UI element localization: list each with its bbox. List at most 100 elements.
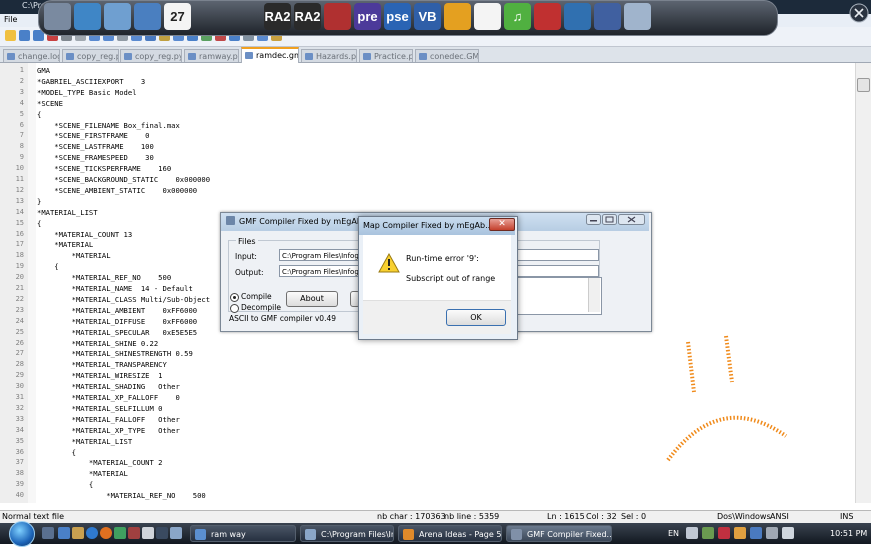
code-line[interactable]: { <box>37 262 58 271</box>
tray-icon-3[interactable] <box>718 527 730 539</box>
premiere-icon[interactable]: pre <box>354 3 381 30</box>
gmf-window-buttons[interactable] <box>586 214 646 225</box>
code-line[interactable]: *GABRIEL_ASCIIEXPORT 3 <box>37 77 145 86</box>
code-line[interactable]: *MATERIAL_REF_NO 500 <box>37 273 172 282</box>
code-line[interactable]: *MATERIAL_COUNT 13 <box>37 230 132 239</box>
code-line[interactable]: *MATERIAL <box>37 251 111 260</box>
code-line[interactable]: *MATERIAL_WIRESIZE 1 <box>37 371 163 380</box>
switch-windows-icon[interactable] <box>58 527 70 539</box>
piano-icon[interactable] <box>474 3 501 30</box>
code-line[interactable]: *MODEL_TYPE Basic Model <box>37 88 137 97</box>
code-line[interactable]: *MATERIAL_AMBIENT 0xFF6000 <box>37 306 198 315</box>
code-line[interactable]: *MATERIAL_SPECULAR 0xE5E5E5 <box>37 328 198 337</box>
code-line[interactable]: *SCENE_LASTFRAME 100 <box>37 142 154 151</box>
tray-icon-2[interactable] <box>702 527 714 539</box>
app-icon-5[interactable] <box>170 527 182 539</box>
scrollbar-thumb[interactable] <box>857 78 870 92</box>
app-icon-4[interactable] <box>156 527 168 539</box>
media-icon[interactable] <box>114 527 126 539</box>
app-icon-3[interactable] <box>142 527 154 539</box>
language-indicator[interactable]: EN <box>668 529 679 538</box>
ra2-icon[interactable]: RA2 <box>264 3 291 30</box>
settings-icon[interactable] <box>564 3 591 30</box>
code-line[interactable]: *MATERIAL_DIFFUSE 0xFF6000 <box>37 317 198 326</box>
code-line[interactable]: { <box>37 448 76 457</box>
code-line[interactable]: *SCENE_AMBIENT_STATIC 0x000000 <box>37 186 197 195</box>
audio-icon[interactable] <box>444 3 471 30</box>
books-icon[interactable] <box>324 3 351 30</box>
code-line[interactable]: { <box>37 110 41 119</box>
taskbar-task[interactable]: Arena Ideas - Page 5... <box>398 525 502 542</box>
tray-icon-5[interactable] <box>750 527 762 539</box>
computer-icon[interactable] <box>624 3 651 30</box>
code-line[interactable]: *MATERIAL_SHINESTRENGTH 0.59 <box>37 349 193 358</box>
code-line[interactable]: *MATERIAL <box>37 469 128 478</box>
code-line[interactable]: { <box>37 480 93 489</box>
decompile-radio[interactable] <box>230 304 239 313</box>
calendar-icon[interactable]: 27 <box>164 3 191 30</box>
code-line[interactable]: *SCENE_FILENAME Box_final.max <box>37 121 180 130</box>
about-button[interactable]: About <box>286 291 338 307</box>
code-line[interactable]: *MATERIAL_FALLOFF Other <box>37 415 180 424</box>
tab-copy-reg-pyc[interactable]: copy_reg.pyc <box>62 49 119 62</box>
internet-explorer-icon[interactable] <box>86 527 98 539</box>
code-line[interactable]: *MATERIAL_LIST <box>37 208 98 217</box>
code-line[interactable]: *MATERIAL_XP_FALLOFF 0 <box>37 393 180 402</box>
photo-icon[interactable] <box>594 3 621 30</box>
code-line[interactable]: *SCENE_BACKGROUND_STATIC 0x000000 <box>37 175 210 184</box>
tray-icon-1[interactable] <box>686 527 698 539</box>
visual-basic-icon[interactable]: VB <box>414 3 441 30</box>
code-line[interactable]: *SCENE_FIRSTFRAME 0 <box>37 131 149 140</box>
code-line[interactable]: GMA <box>37 66 50 75</box>
code-line[interactable]: *MATERIAL_TRANSPARENCY <box>37 360 167 369</box>
volume-icon[interactable] <box>782 527 794 539</box>
close-icon[interactable]: ✕ <box>489 218 515 231</box>
code-line[interactable]: *MATERIAL_REF_NO 500 <box>37 491 206 500</box>
tab-copy-reg-py[interactable]: copy_reg.py <box>120 49 182 62</box>
code-line[interactable]: *SCENE_FRAMESPEED 30 <box>37 153 154 162</box>
tab-ramdec-gmf[interactable]: ramdec.gmf <box>241 47 299 63</box>
taskbar-task[interactable]: ram way <box>190 525 296 542</box>
taskbar-task[interactable]: GMF Compiler Fixed... <box>506 525 612 542</box>
toolbar-button-icon[interactable] <box>19 30 30 41</box>
code-line[interactable]: } <box>37 197 41 206</box>
users-icon[interactable] <box>74 3 101 30</box>
code-line[interactable]: *MATERIAL_XP_TYPE Other <box>37 426 180 435</box>
code-line[interactable]: *MATERIAL_LIST <box>37 437 133 446</box>
code-line[interactable]: *SCENE <box>37 99 63 108</box>
code-line[interactable]: *MATERIAL_NAME 14 - Default <box>37 284 193 293</box>
app-icon-2[interactable] <box>128 527 140 539</box>
tab-change-log[interactable]: change.log <box>3 49 60 62</box>
firefox-icon[interactable] <box>100 527 112 539</box>
tab-practice-py[interactable]: Practice.py <box>359 49 413 62</box>
explorer-icon[interactable] <box>72 527 84 539</box>
code-line[interactable]: *MATERIAL_CLASS Multi/Sub-Object <box>37 295 210 304</box>
code-line[interactable]: *MATERIAL <box>37 240 93 249</box>
ra2-yr-icon[interactable]: RA2 <box>294 3 321 30</box>
start-button[interactable] <box>9 521 35 547</box>
folder-icon[interactable] <box>44 3 71 30</box>
tray-icon-4[interactable] <box>734 527 746 539</box>
mail-icon[interactable] <box>104 3 131 30</box>
tab-conedec-gmf[interactable]: conedec.GMF <box>415 49 479 62</box>
checklist-icon[interactable] <box>534 3 561 30</box>
photoshop-elements-icon[interactable]: pse <box>384 3 411 30</box>
code-line[interactable]: *MATERIAL_SHINE 0.22 <box>37 339 159 348</box>
tab-hazards-py[interactable]: Hazards.py <box>301 49 357 62</box>
music-icon[interactable]: ♫ <box>504 3 531 30</box>
code-line[interactable]: *MATERIAL_COUNT 2 <box>37 458 163 467</box>
network-icon[interactable] <box>766 527 778 539</box>
compile-radio[interactable] <box>230 293 239 302</box>
code-line[interactable]: *MATERIAL_SHADING Other <box>37 382 180 391</box>
taskbar-task[interactable]: C:\Program Files\Inf... <box>300 525 394 542</box>
clock[interactable]: 10:51 PM <box>830 529 867 538</box>
menu-file[interactable]: File <box>4 15 17 24</box>
window-close-icon[interactable] <box>848 2 870 24</box>
globe-icon[interactable] <box>134 3 161 30</box>
toolbar-button-icon[interactable] <box>5 30 16 41</box>
code-line[interactable]: *SCENE_TICKSPERFRAME 160 <box>37 164 171 173</box>
code-line[interactable]: *MATERIAL_SELFILLUM 0 <box>37 404 163 413</box>
log-scrollbar[interactable] <box>588 278 600 312</box>
code-line[interactable]: { <box>37 219 41 228</box>
show-desktop-icon[interactable] <box>42 527 54 539</box>
